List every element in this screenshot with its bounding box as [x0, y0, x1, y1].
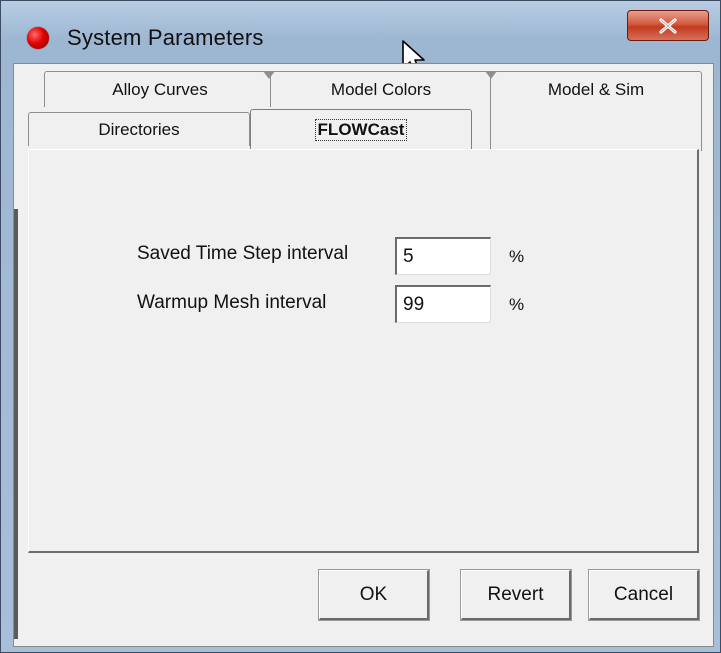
flowcast-panel: Saved Time Step interval % Warmup Mesh i…: [28, 149, 699, 553]
saved-time-step-label: Saved Time Step interval: [137, 243, 349, 264]
ok-button[interactable]: OK: [319, 570, 429, 620]
tab-label: Directories: [98, 119, 180, 139]
tab-label: Alloy Curves: [112, 79, 208, 99]
revert-button[interactable]: Revert: [461, 570, 571, 620]
cancel-button[interactable]: Cancel: [589, 570, 699, 620]
tab-separator-notch: [263, 71, 275, 79]
tab-alloy-curves[interactable]: Alloy Curves: [44, 71, 276, 107]
app-icon: [27, 27, 49, 49]
title-bar[interactable]: System Parameters: [1, 1, 721, 61]
left-edge-shadow: [14, 209, 18, 639]
tab-label: FLOWCast: [314, 118, 408, 141]
warmup-mesh-label: Warmup Mesh interval: [137, 292, 327, 313]
system-parameters-window: System Parameters Alloy Curves Model Col…: [0, 0, 721, 653]
close-button[interactable]: [627, 10, 709, 41]
tab-label: Model Colors: [330, 79, 432, 99]
tab-directories[interactable]: Directories: [28, 112, 250, 146]
dialog-client-area: Alloy Curves Model Colors Model & Sim Di…: [13, 63, 714, 647]
tab-model-and-sim[interactable]: Model & Sim: [490, 71, 702, 151]
saved-time-step-unit: %: [509, 247, 525, 266]
saved-time-step-input[interactable]: [395, 237, 491, 275]
warmup-mesh-input[interactable]: [395, 285, 491, 323]
tab-separator-notch: [485, 71, 497, 79]
close-icon: [659, 17, 677, 34]
tab-label: Model & Sim: [547, 80, 645, 99]
tab-model-colors[interactable]: Model Colors: [270, 71, 492, 107]
tab-flowcast[interactable]: FLOWCast: [250, 109, 472, 149]
warmup-mesh-unit: %: [509, 295, 525, 314]
window-title: System Parameters: [67, 25, 264, 50]
